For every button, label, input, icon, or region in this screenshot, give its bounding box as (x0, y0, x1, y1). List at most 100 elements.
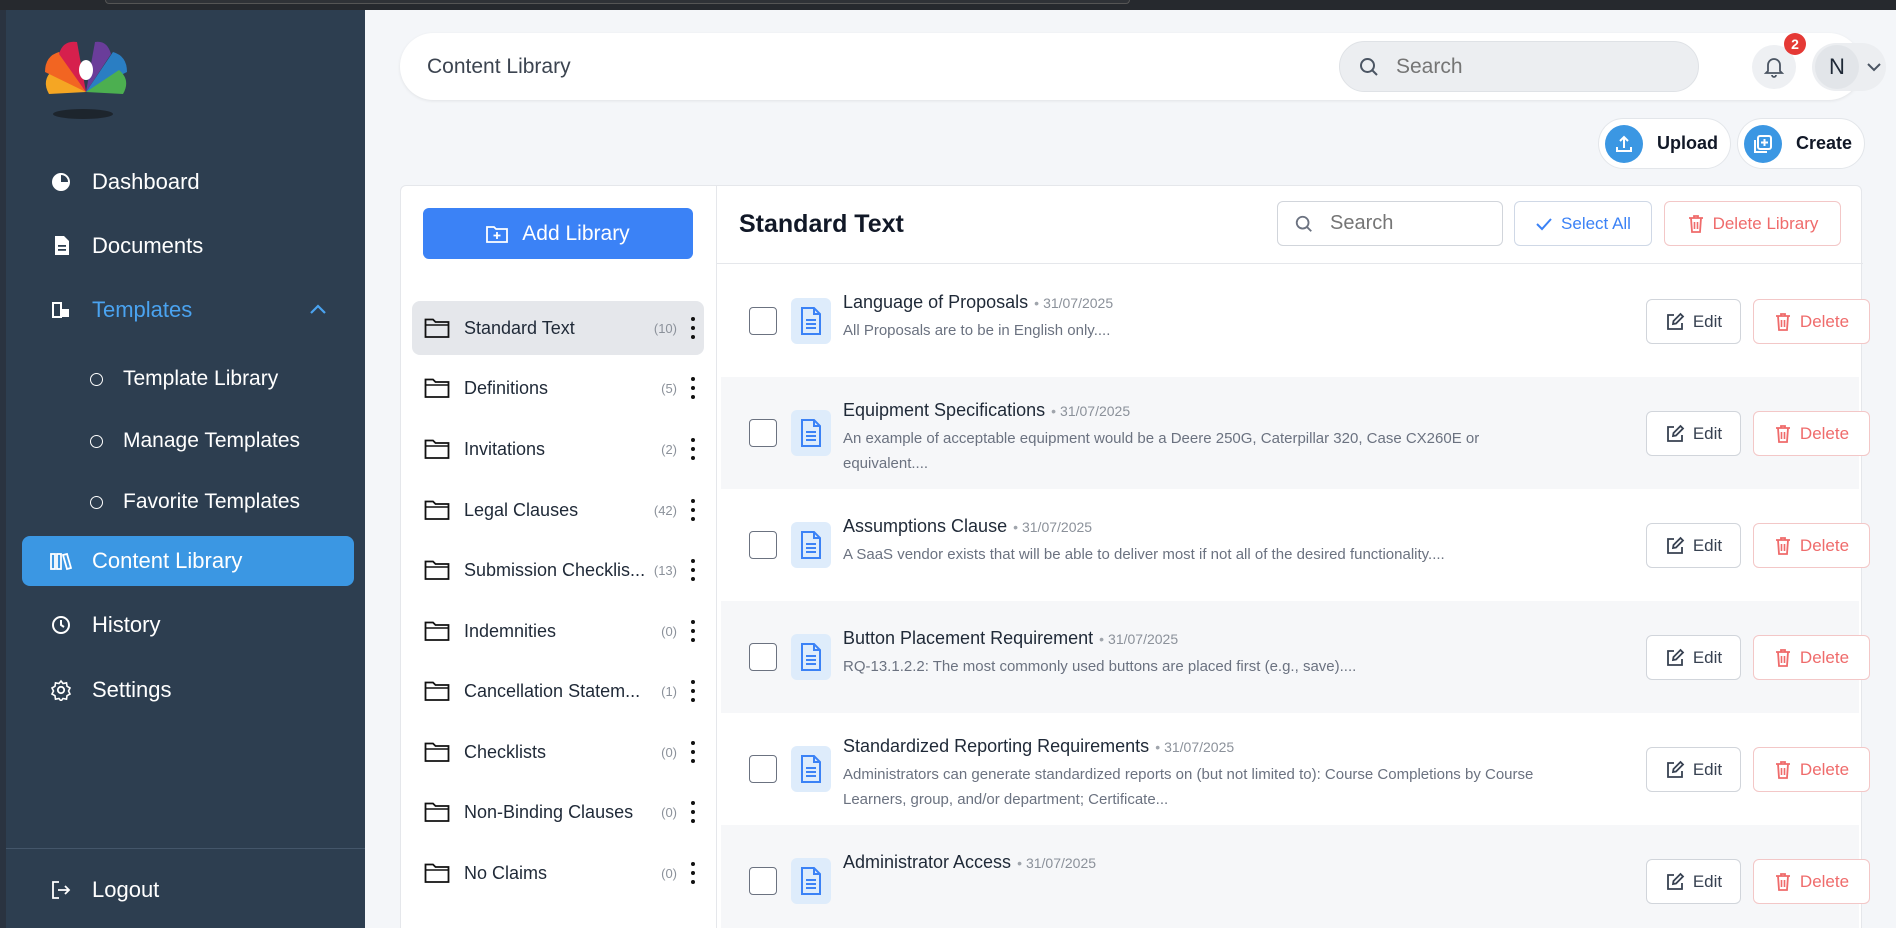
edit-button[interactable]: Edit (1646, 635, 1741, 680)
add-library-button[interactable]: Add Library (423, 208, 693, 259)
row-checkbox[interactable] (749, 531, 777, 559)
library-search[interactable] (1277, 201, 1503, 246)
sidebar-item-history[interactable]: History (22, 600, 354, 650)
create-icon (1744, 124, 1782, 163)
row-checkbox[interactable] (749, 755, 777, 783)
delete-library-button[interactable]: Delete Library (1664, 201, 1841, 246)
delete-button[interactable]: Delete (1753, 747, 1870, 792)
library-item[interactable]: Non-Binding Clauses (0) (412, 785, 704, 839)
document-icon (791, 858, 831, 904)
row-title[interactable]: Assumptions Clause • 31/07/2025 (843, 516, 1092, 537)
library-item[interactable]: Standard Text (10) (412, 301, 704, 355)
sidebar-item-dashboard[interactable]: Dashboard (22, 157, 354, 207)
edit-label: Edit (1692, 871, 1723, 891)
library-content-column: Standard Text Select All (717, 186, 1870, 928)
row-title-text: Administrator Access (843, 852, 1012, 872)
edit-button[interactable]: Edit (1646, 411, 1741, 456)
delete-button[interactable]: Delete (1753, 859, 1870, 904)
library-item[interactable]: Indemnities (0) (412, 604, 704, 658)
logout-button[interactable]: Logout (22, 865, 354, 915)
library-name: No Claims (464, 862, 548, 883)
more-options-icon[interactable] (690, 801, 696, 823)
document-icon (791, 410, 831, 456)
more-options-icon[interactable] (690, 680, 696, 702)
more-options-icon[interactable] (690, 438, 696, 460)
library-icon (50, 550, 72, 572)
sidebar-subitem-manage-templates[interactable]: Manage Templates (90, 421, 300, 461)
edit-button[interactable]: Edit (1646, 523, 1741, 568)
document-icon (791, 746, 831, 792)
upload-button[interactable]: Upload (1598, 118, 1731, 169)
create-label: Create (1796, 133, 1853, 153)
library-item[interactable]: No Claims (0) (412, 846, 704, 900)
row-title[interactable]: Standardized Reporting Requirements • 31/0… (843, 736, 1234, 757)
separator-dot: • (1155, 739, 1161, 755)
bell-icon (1762, 55, 1786, 79)
sidebar-subitem-template-library[interactable]: Template Library (90, 359, 278, 399)
library-name: Cancellation Statem... (464, 680, 641, 701)
library-title: Standard Text (739, 210, 904, 238)
delete-label: Delete (1799, 423, 1850, 443)
row-title[interactable]: Administrator Access • 31/07/2025 (843, 852, 1096, 873)
sidebar-item-label: Settings (92, 677, 172, 702)
library-item[interactable]: Invitations (2) (412, 422, 704, 476)
library-item[interactable]: Cancellation Statem... (1) (412, 664, 704, 718)
document-icon (791, 298, 831, 344)
header-search[interactable] (1339, 41, 1699, 92)
select-all-button[interactable]: Select All (1514, 201, 1652, 246)
edit-button[interactable]: Edit (1646, 747, 1741, 792)
library-count: (0) (661, 804, 677, 820)
more-options-icon[interactable] (690, 862, 696, 884)
sidebar-subitem-favorite-templates[interactable]: Favorite Templates (90, 482, 300, 522)
content-row: Button Placement Requirement • 31/07/2025 R… (721, 601, 1870, 713)
more-options-icon[interactable] (690, 499, 696, 521)
more-options-icon[interactable] (690, 620, 696, 642)
folder-icon (424, 499, 450, 521)
create-button[interactable]: Create (1737, 118, 1866, 169)
edit-button[interactable]: Edit (1646, 299, 1741, 344)
folder-icon (424, 801, 450, 823)
row-title[interactable]: Button Placement Requirement • 31/07/2025 (843, 628, 1178, 649)
delete-button[interactable]: Delete (1753, 635, 1870, 680)
delete-label: Delete (1799, 871, 1850, 891)
sidebar-subitem-label: Manage Templates (123, 429, 301, 452)
edit-button[interactable]: Edit (1646, 859, 1741, 904)
folder-icon (424, 438, 450, 460)
library-item[interactable]: Legal Clauses (42) (412, 483, 704, 537)
library-count: (0) (661, 744, 677, 760)
row-checkbox[interactable] (749, 307, 777, 335)
sidebar-item-content-library[interactable]: Content Library (22, 536, 354, 586)
edit-label: Edit (1692, 535, 1723, 555)
library-item[interactable]: Definitions (5) (412, 361, 704, 415)
logout-icon (50, 879, 72, 901)
library-count: (0) (661, 623, 677, 639)
more-options-icon[interactable] (690, 741, 696, 763)
sidebar-subitem-label: Favorite Templates (123, 490, 301, 513)
more-options-icon[interactable] (690, 317, 696, 339)
chevron-up-icon[interactable] (308, 300, 328, 326)
delete-button[interactable]: Delete (1753, 411, 1870, 456)
library-count: (10) (653, 320, 677, 336)
row-checkbox[interactable] (749, 419, 777, 447)
folder-icon (424, 680, 450, 702)
sidebar-item-documents[interactable]: Documents (22, 221, 354, 271)
row-title[interactable]: Language of Proposals • 31/07/2025 (843, 292, 1113, 313)
sidebar-item-templates[interactable]: Templates (22, 285, 354, 335)
page-title: Content Library (427, 55, 571, 78)
row-title[interactable]: Equipment Specifications • 31/07/2025 (843, 400, 1130, 421)
row-checkbox[interactable] (749, 867, 777, 895)
more-options-icon[interactable] (690, 559, 696, 581)
trash-icon (1687, 214, 1705, 234)
library-item[interactable]: Checklists (0) (412, 725, 704, 779)
more-options-icon[interactable] (690, 377, 696, 399)
row-checkbox[interactable] (749, 643, 777, 671)
sidebar-item-settings[interactable]: Settings (22, 665, 354, 715)
delete-button[interactable]: Delete (1753, 299, 1870, 344)
library-item[interactable]: Submission Checklis... (13) (412, 543, 704, 597)
delete-button[interactable]: Delete (1753, 523, 1870, 568)
library-search-input[interactable] (1330, 212, 1490, 235)
sidebar-item-label: History (92, 612, 161, 637)
header-search-input[interactable] (1396, 54, 1656, 79)
user-menu[interactable]: N (1812, 43, 1886, 91)
edit-icon (1665, 312, 1685, 332)
